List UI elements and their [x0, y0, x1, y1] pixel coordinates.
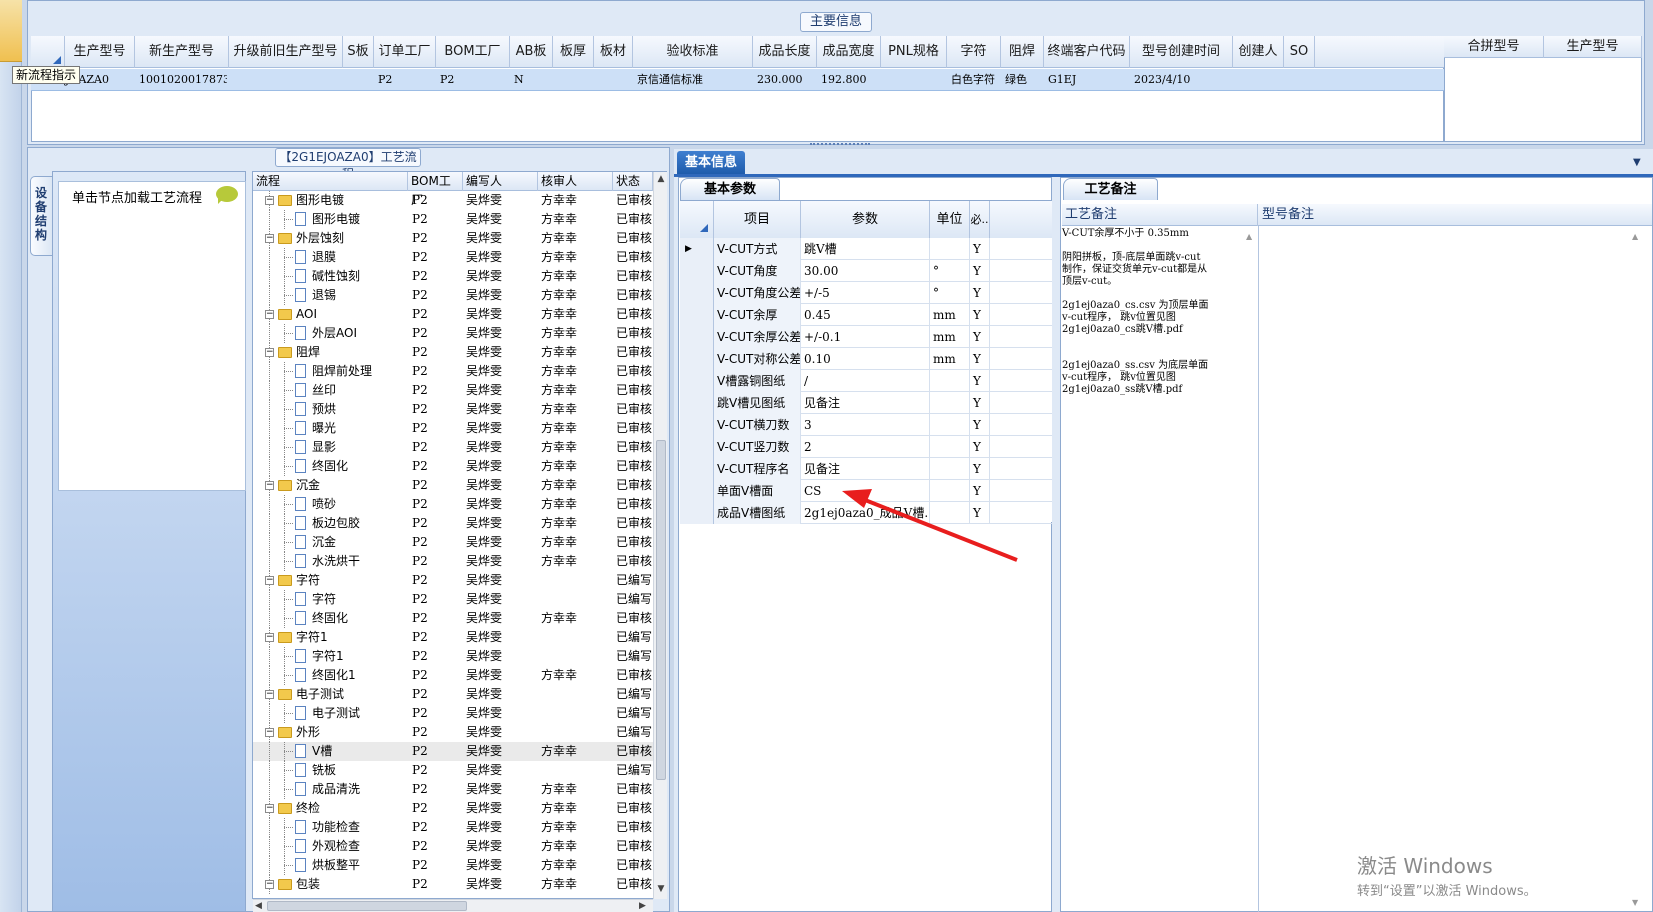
arrow-head: [842, 489, 872, 508]
activation-watermark-title: 激活 Windows: [1357, 854, 1493, 878]
activation-watermark-subtitle: 转到“设置”以激活 Windows。: [1357, 884, 1537, 899]
red-arrow-annotation: [842, 489, 1018, 562]
arrow-shaft: [859, 496, 1018, 562]
